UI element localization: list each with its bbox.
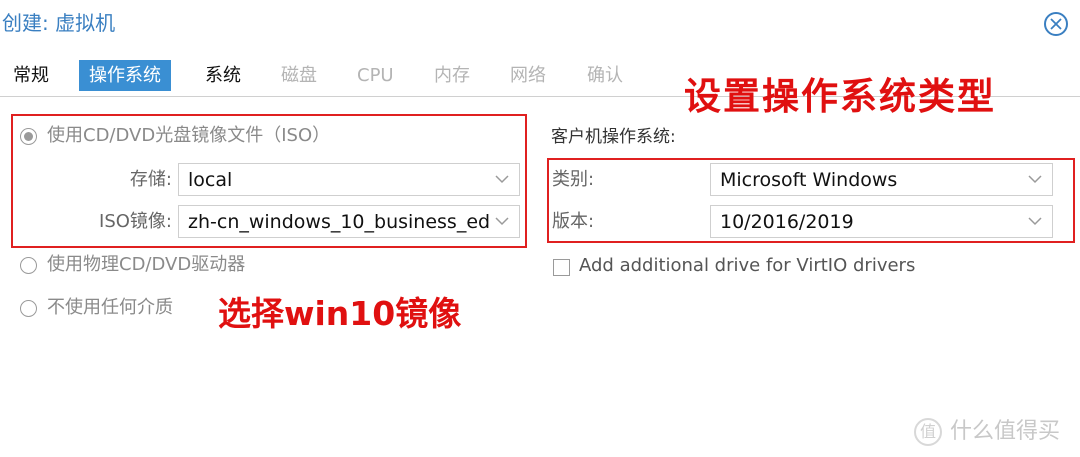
dialog-title: 创建: 虚拟机 xyxy=(2,11,116,35)
watermark-text: 什么值得买 xyxy=(950,419,1061,444)
tab-confirm: 确认 xyxy=(587,65,623,86)
tab-cpu: CPU xyxy=(357,65,394,86)
radio-physical-drive[interactable] xyxy=(20,257,37,274)
tab-network: 网络 xyxy=(510,65,546,86)
annotation-text-os-type: 设置操作系统类型 xyxy=(684,75,996,118)
close-x-glyph xyxy=(1050,18,1062,30)
virtio-drive-label: Add additional drive for VirtIO drivers xyxy=(579,255,916,276)
annotation-text-iso: 选择win10镜像 xyxy=(218,294,462,333)
watermark-logo-icon: 值 xyxy=(914,418,942,446)
annotation-box-iso xyxy=(11,114,527,248)
guest-os-section-label: 客户机操作系统: xyxy=(551,127,676,147)
tab-os[interactable]: 操作系统 xyxy=(79,60,171,91)
radio-no-media-label: 不使用任何介质 xyxy=(47,297,173,318)
radio-no-media[interactable] xyxy=(20,300,37,317)
radio-physical-drive-label: 使用物理CD/DVD驱动器 xyxy=(47,254,246,275)
tab-system[interactable]: 系统 xyxy=(205,60,241,91)
annotation-box-os-type xyxy=(547,158,1075,243)
tab-disk: 磁盘 xyxy=(281,65,317,86)
tab-general[interactable]: 常规 xyxy=(13,60,49,91)
virtio-drive-checkbox[interactable] xyxy=(553,259,570,276)
tab-memory: 内存 xyxy=(434,65,470,86)
close-icon[interactable] xyxy=(1044,12,1068,36)
